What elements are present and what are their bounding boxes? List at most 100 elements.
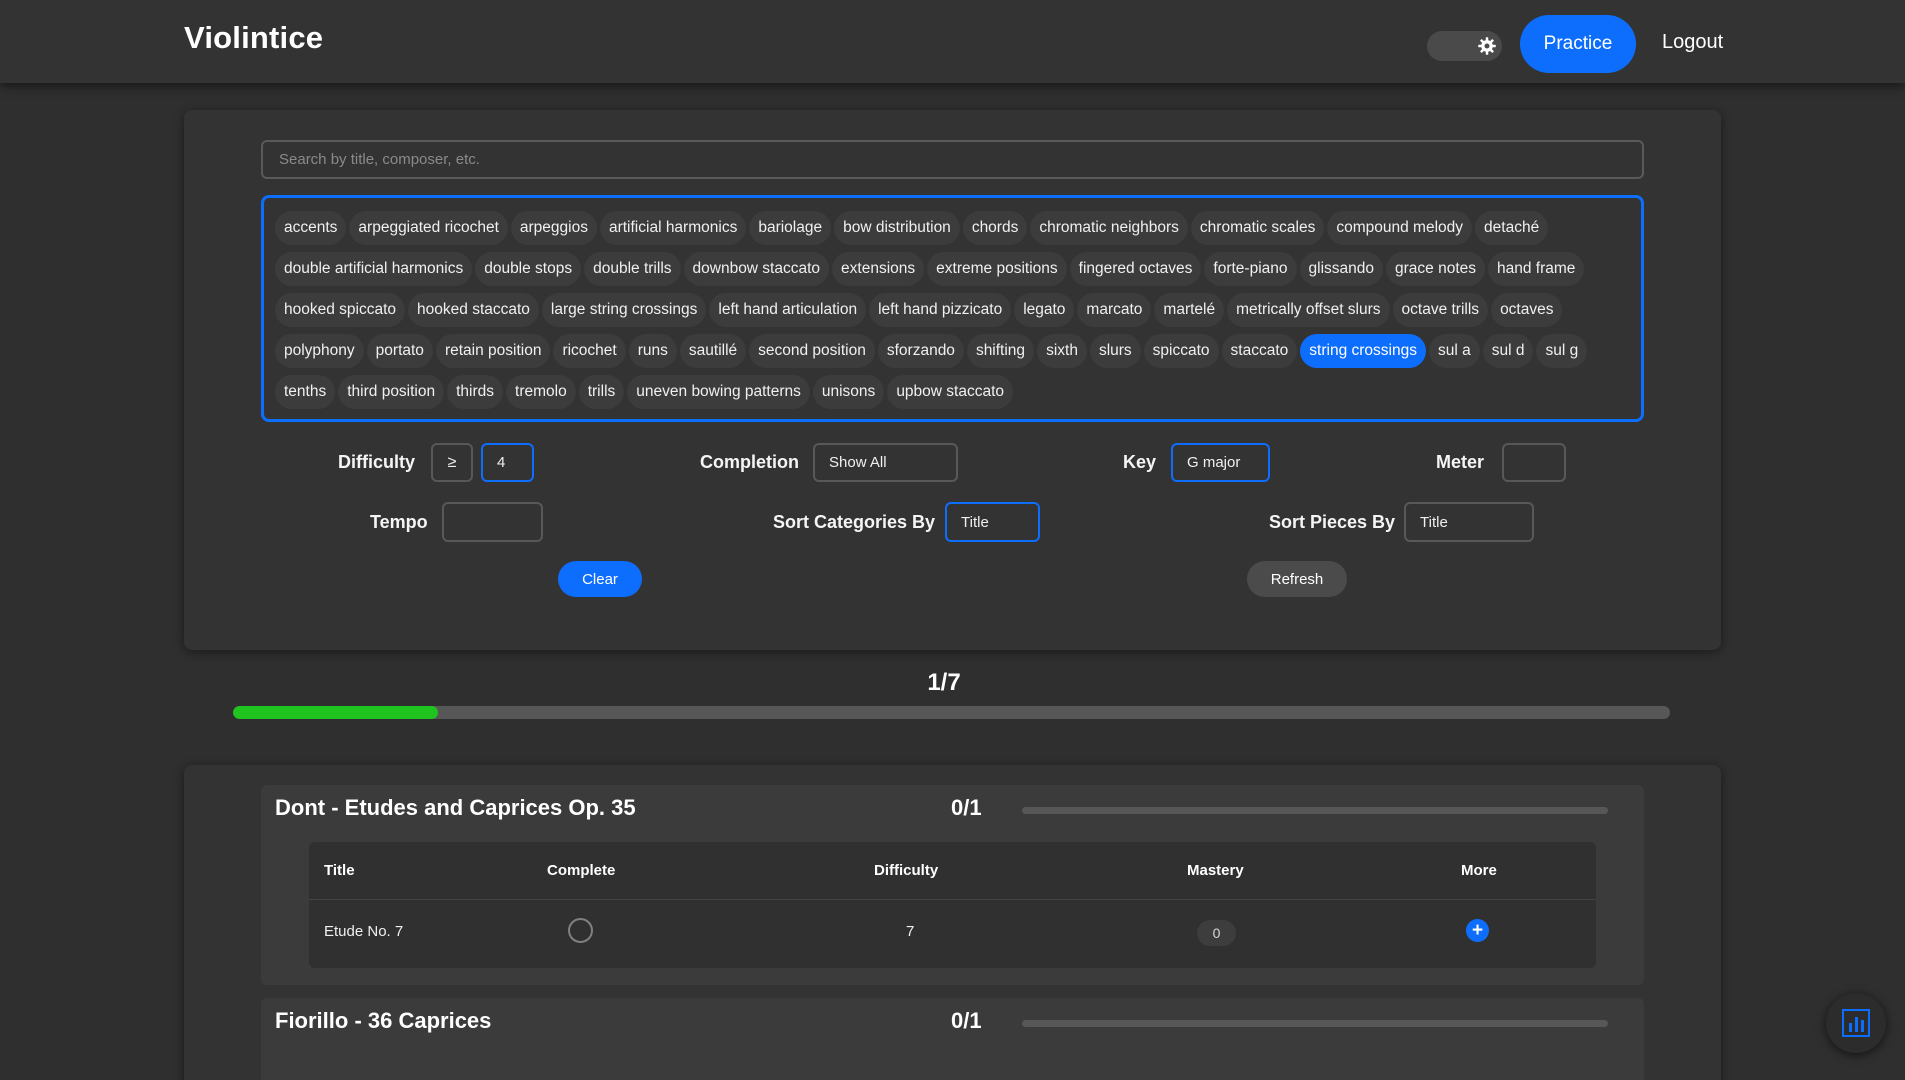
tag-chip[interactable]: artificial harmonics xyxy=(599,211,747,245)
piece-difficulty: 7 xyxy=(906,923,915,940)
tag-chip[interactable]: portato xyxy=(366,334,433,368)
tag-chip[interactable]: sul a xyxy=(1428,334,1480,368)
tag-chip[interactable]: upbow staccato xyxy=(887,375,1014,409)
gear-icon xyxy=(1475,34,1499,58)
pieces-panel: Dont - Etudes and Caprices Op. 35 0/1 Ti… xyxy=(184,765,1721,1080)
tag-chip[interactable]: hand frame xyxy=(1488,252,1585,286)
tag-chip[interactable]: slurs xyxy=(1089,334,1141,368)
tag-chip[interactable]: arpeggios xyxy=(510,211,597,245)
technique-tags: accents arpeggiated ricochet arpeggios arti… xyxy=(261,195,1644,422)
tag-chip[interactable]: grace notes xyxy=(1386,252,1485,286)
plus-icon[interactable]: + xyxy=(1466,919,1489,942)
tag-chip[interactable]: spiccato xyxy=(1143,334,1219,368)
tag-chip[interactable]: string crossings xyxy=(1300,334,1426,368)
tag-chip[interactable]: left hand articulation xyxy=(709,293,867,327)
tag-chip[interactable]: polyphony xyxy=(275,334,364,368)
tag-chip[interactable]: large string crossings xyxy=(541,293,707,327)
mastery-badge[interactable]: 0 xyxy=(1197,920,1236,946)
search-placeholder: Search by title, composer, etc. xyxy=(279,151,480,168)
tag-chip[interactable]: extensions xyxy=(832,252,925,286)
tag-chip[interactable]: tenths xyxy=(275,375,336,409)
tempo-label: Tempo xyxy=(370,512,428,532)
tag-chip[interactable]: octave trills xyxy=(1392,293,1489,327)
tag-chip[interactable]: second position xyxy=(749,334,875,368)
tag-chip[interactable]: marcato xyxy=(1077,293,1152,327)
tag-chip[interactable]: unisons xyxy=(812,375,885,409)
key-select[interactable]: G major xyxy=(1171,443,1270,482)
tag-chip[interactable]: uneven bowing patterns xyxy=(627,375,810,409)
column-header-title: Title xyxy=(324,862,355,879)
tag-chip[interactable]: detaché xyxy=(1475,211,1549,245)
sort-pieces-select[interactable]: Title xyxy=(1404,502,1534,542)
tempo-input[interactable] xyxy=(442,502,543,542)
completion-select[interactable]: Show All xyxy=(813,443,958,482)
clear-button[interactable]: Clear xyxy=(558,561,642,597)
sort-categories-label: Sort Categories By xyxy=(773,512,936,532)
tag-chip[interactable]: hooked staccato xyxy=(408,293,539,327)
category-section[interactable]: Fiorillo - 36 Caprices 0/1 xyxy=(261,998,1644,1080)
tag-chip[interactable]: shifting xyxy=(966,334,1035,368)
difficulty-input[interactable]: 4 xyxy=(481,443,534,482)
brand-logo[interactable]: Violintice xyxy=(184,20,323,56)
category-count: 0/1 xyxy=(951,795,982,820)
tag-chip[interactable]: tremolo xyxy=(506,375,576,409)
tag-chip[interactable]: forte-piano xyxy=(1204,252,1297,286)
tag-chip[interactable]: chords xyxy=(962,211,1028,245)
header-divider xyxy=(309,899,1596,900)
category-title[interactable]: Dont - Etudes and Caprices Op. 35 xyxy=(275,795,636,821)
tag-chip[interactable]: bariolage xyxy=(749,211,832,245)
stats-button[interactable] xyxy=(1826,993,1886,1053)
completion-label: Completion xyxy=(700,452,799,472)
tag-chip[interactable]: arpeggiated ricochet xyxy=(349,211,508,245)
category-progress-bar xyxy=(1022,1020,1608,1027)
tag-chip[interactable]: chromatic neighbors xyxy=(1030,211,1188,245)
piece-title[interactable]: Etude No. 7 xyxy=(324,923,403,940)
tag-chip[interactable]: double stops xyxy=(475,252,582,286)
tag-chip[interactable]: glissando xyxy=(1299,252,1383,286)
tag-chip[interactable]: fingered octaves xyxy=(1069,252,1202,286)
overall-progress-text: 1/7 xyxy=(927,669,961,696)
tag-chip[interactable]: thirds xyxy=(447,375,504,409)
theme-toggle[interactable] xyxy=(1427,31,1502,61)
tag-chip[interactable]: runs xyxy=(628,334,677,368)
tag-chip[interactable]: staccato xyxy=(1221,334,1298,368)
bar-chart-icon xyxy=(1842,1009,1870,1037)
tag-chip[interactable]: compound melody xyxy=(1327,211,1473,245)
tag-chip[interactable]: double artificial harmonics xyxy=(275,252,473,286)
meter-input[interactable] xyxy=(1502,443,1566,482)
tag-chip[interactable]: downbow staccato xyxy=(683,252,830,286)
tag-chip[interactable]: trills xyxy=(578,375,625,409)
column-header-more: More xyxy=(1461,862,1497,879)
tag-chip[interactable]: sixth xyxy=(1037,334,1087,368)
tag-chip[interactable]: hooked spiccato xyxy=(275,293,406,327)
category-section[interactable]: Dont - Etudes and Caprices Op. 35 0/1 Ti… xyxy=(261,785,1644,985)
overall-progress-fill xyxy=(233,706,439,719)
difficulty-operator-select[interactable]: ≥ xyxy=(431,443,473,482)
tag-chip[interactable]: sautillé xyxy=(679,334,747,368)
sort-categories-select[interactable]: Title xyxy=(945,502,1040,542)
tag-chip[interactable]: bow distribution xyxy=(834,211,960,245)
tag-chip[interactable]: double trills xyxy=(584,252,681,286)
tag-chip[interactable]: ricochet xyxy=(553,334,626,368)
tag-chip[interactable]: metrically offset slurs xyxy=(1227,293,1390,327)
tag-chip[interactable]: sul d xyxy=(1482,334,1534,368)
search-input[interactable]: Search by title, composer, etc. xyxy=(261,140,1644,179)
tag-chip[interactable]: chromatic scales xyxy=(1190,211,1325,245)
tag-chip[interactable]: third position xyxy=(338,375,445,409)
category-progress-bar xyxy=(1022,807,1608,814)
tag-chip[interactable]: sforzando xyxy=(877,334,964,368)
logout-link[interactable]: Logout xyxy=(1662,31,1723,54)
tag-chip[interactable]: sul g xyxy=(1536,334,1588,368)
tag-chip[interactable]: legato xyxy=(1014,293,1075,327)
tag-chip[interactable]: martelé xyxy=(1154,293,1225,327)
practice-button[interactable]: Practice xyxy=(1520,15,1636,73)
complete-checkbox[interactable] xyxy=(568,918,593,943)
category-title[interactable]: Fiorillo - 36 Caprices xyxy=(275,1008,491,1034)
tag-chip[interactable]: octaves xyxy=(1491,293,1563,327)
tag-chip[interactable]: extreme positions xyxy=(927,252,1067,286)
tag-chip[interactable]: accents xyxy=(275,211,347,245)
tag-chip[interactable]: retain position xyxy=(435,334,551,368)
category-count: 0/1 xyxy=(951,1008,982,1033)
tag-chip[interactable]: left hand pizzicato xyxy=(869,293,1012,327)
refresh-button[interactable]: Refresh xyxy=(1247,561,1347,597)
